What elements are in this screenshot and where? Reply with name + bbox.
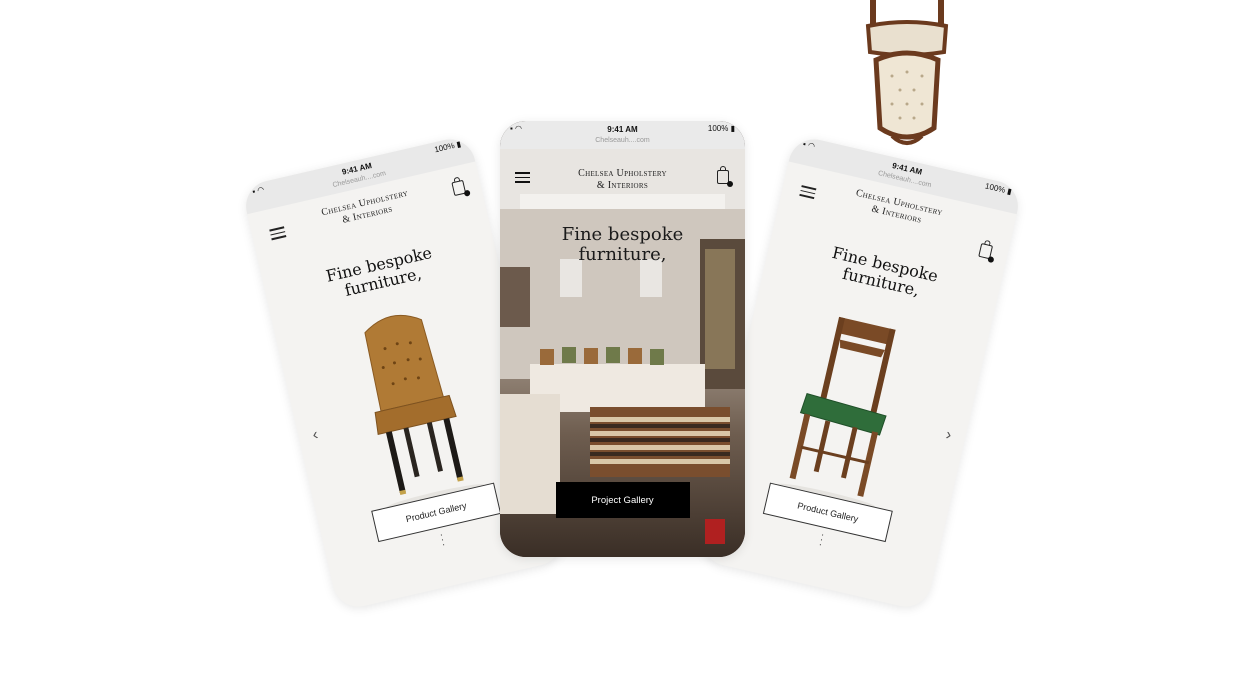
battery-icon: 100% ▮	[707, 124, 735, 133]
brand-logo: Chelsea Upholstery & Interiors	[578, 168, 667, 191]
vertical-dots-icon: · · ·	[438, 529, 447, 551]
phone-mockup-right: ▪ ◠ 9:41 AM 100% ▮ Chelseauh....com Chel…	[696, 134, 1024, 612]
wooden-chair-image	[716, 280, 989, 528]
vertical-dots-icon: · · ·	[817, 529, 826, 551]
ornate-chair-decoration	[862, 0, 952, 152]
url-bar[interactable]: Chelseauh....com	[500, 137, 745, 144]
status-bar: ▪ ◠ 9:41 AM 100% ▮ Chelseauh....com	[500, 121, 745, 149]
phone-mockup-center: ▪ ◠ 9:41 AM 100% ▮ Chelseauh....com Chel…	[500, 121, 745, 557]
hero-headline: Fine bespoke furniture,	[561, 224, 684, 265]
shopping-bag-icon[interactable]	[978, 242, 995, 264]
project-gallery-button[interactable]: Project Gallery	[555, 482, 690, 518]
